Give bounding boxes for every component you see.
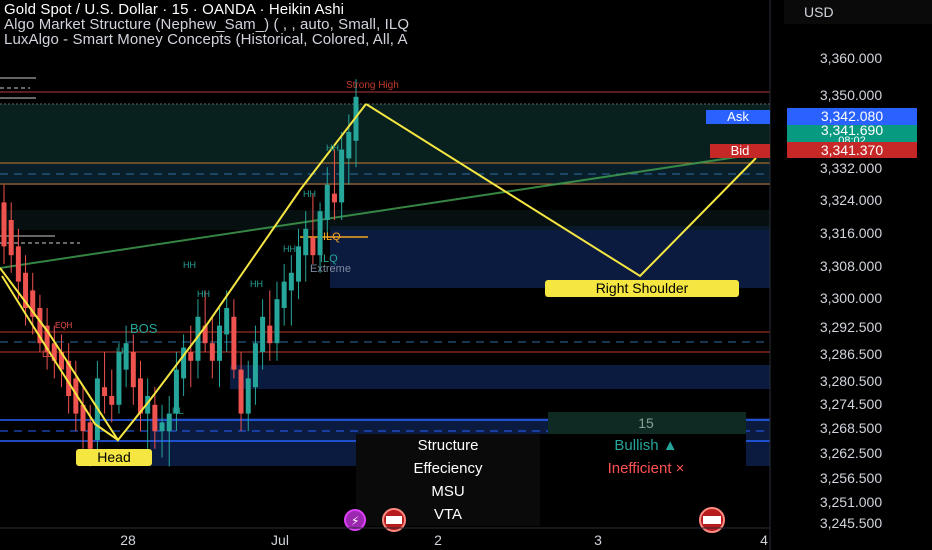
currency-button[interactable]: USD <box>784 0 932 24</box>
hh-label-5: HH <box>326 143 339 153</box>
price-tick-label: 3,268.500 <box>820 420 882 436</box>
time-tick-label: 2 <box>434 532 442 548</box>
price-tick-label: 3,245.500 <box>820 515 882 531</box>
us-flag-event-icon-stripes <box>386 516 402 524</box>
bos-label: BOS <box>130 321 158 336</box>
hh-label-2: HH <box>250 279 263 289</box>
price-tick-label: 3,332.000 <box>820 160 882 176</box>
eqh-label: EQH <box>55 321 73 330</box>
candle-body <box>166 413 172 432</box>
price-tick-label: 3,286.500 <box>820 346 882 362</box>
right-shoulder-badge: Right Shoulder <box>545 280 739 297</box>
candle-body <box>209 343 215 361</box>
ask-label: Ask <box>727 109 749 124</box>
price-tick-label: 3,360.000 <box>820 50 882 66</box>
candle-body <box>116 352 122 405</box>
candle-body <box>109 396 115 405</box>
table-row-label: MSU <box>431 483 464 500</box>
candle-body <box>130 352 136 388</box>
candle-body <box>296 246 302 282</box>
right-shoulder-label: Right Shoulder <box>596 280 689 296</box>
table-row-label: VTA <box>434 506 462 523</box>
candle-body <box>224 308 230 335</box>
price-tick-label: 3,280.500 <box>820 373 882 389</box>
candle-body <box>245 378 251 414</box>
candle-body <box>87 422 93 449</box>
indicator-legend-2[interactable]: LuxAlgo - Smart Money Concepts (Historic… <box>4 31 408 48</box>
demand-zone-upper <box>330 226 770 288</box>
time-tick-label: 3 <box>594 532 602 548</box>
ll-label: LL <box>42 349 52 359</box>
equilibrium-zone <box>0 210 770 230</box>
candle-body <box>260 316 266 352</box>
us-flag-event-icon-2-stripes <box>703 516 721 524</box>
candle-body <box>267 325 273 344</box>
table-row-label: Structure <box>418 437 479 454</box>
candle-body <box>310 237 316 256</box>
table-row-value: Inefficient × <box>608 460 685 477</box>
hl-label: HL <box>172 406 184 416</box>
demand-zone-mid <box>230 365 770 389</box>
table-row-label: Effeciency <box>414 460 483 477</box>
price-tick-label: 3,316.000 <box>820 225 882 241</box>
candle-body <box>331 193 337 203</box>
candle-body <box>252 343 258 388</box>
candle-body <box>15 246 21 282</box>
time-tick-label: 28 <box>120 532 136 548</box>
candle-body <box>152 404 158 432</box>
time-tick-label: 4 <box>760 532 768 548</box>
candle-body <box>324 184 330 220</box>
price-tick-label: 3,274.500 <box>820 396 882 412</box>
candle-body <box>1 202 7 247</box>
timeframe-badge: 15 <box>638 415 654 431</box>
candle-body <box>303 228 309 256</box>
hh-label-4: HH <box>303 189 316 199</box>
candle-body <box>8 220 14 256</box>
price-tick-label: 3,256.500 <box>820 470 882 486</box>
candle-body <box>231 316 237 370</box>
chart-canvas[interactable]: Strong High BOS ILQ ILQ Extreme HH HH HH… <box>0 0 932 550</box>
bid-label: Bid <box>731 143 750 158</box>
strong-high-label: Strong High <box>346 80 399 91</box>
price-scale-bg <box>770 0 932 550</box>
table-row-value: Bullish ▲ <box>614 437 677 454</box>
price-tick-label: 3,324.000 <box>820 192 882 208</box>
candle-body <box>288 272 294 291</box>
hh-label-1: HH <box>197 289 210 299</box>
hh-label-3: HH <box>283 244 296 254</box>
candle-body <box>339 149 345 203</box>
price-tick-label: 3,292.500 <box>820 319 882 335</box>
lh-label: LH <box>116 346 128 356</box>
head-label: Head <box>97 449 130 465</box>
price-tick-label: 3,350.000 <box>820 87 882 103</box>
candle-body <box>159 422 165 432</box>
time-tick-label: Jul <box>271 532 289 548</box>
candle-body <box>102 387 108 396</box>
candle-body <box>281 281 287 308</box>
price-tick-label: 3,300.000 <box>820 290 882 306</box>
candle-body <box>317 211 323 256</box>
price-tick-label: 3,308.000 <box>820 258 882 274</box>
price-tick-label: 3,262.500 <box>820 445 882 461</box>
candle-body <box>346 132 352 159</box>
candle-body <box>238 369 244 414</box>
candle-body <box>217 325 223 361</box>
bid-price: 3,341.370 <box>821 142 883 158</box>
candle-body <box>274 299 280 344</box>
hh-label-6: HH <box>183 260 196 270</box>
price-tick-label: 3,251.000 <box>820 494 882 510</box>
lightning-icon-glyph: ⚡ <box>351 514 359 528</box>
head-badge: Head <box>76 449 152 466</box>
ilq-label: ILQ <box>323 231 341 243</box>
premium-zone <box>0 104 770 164</box>
extreme-label: Extreme <box>310 263 351 275</box>
candle-body <box>188 352 194 361</box>
